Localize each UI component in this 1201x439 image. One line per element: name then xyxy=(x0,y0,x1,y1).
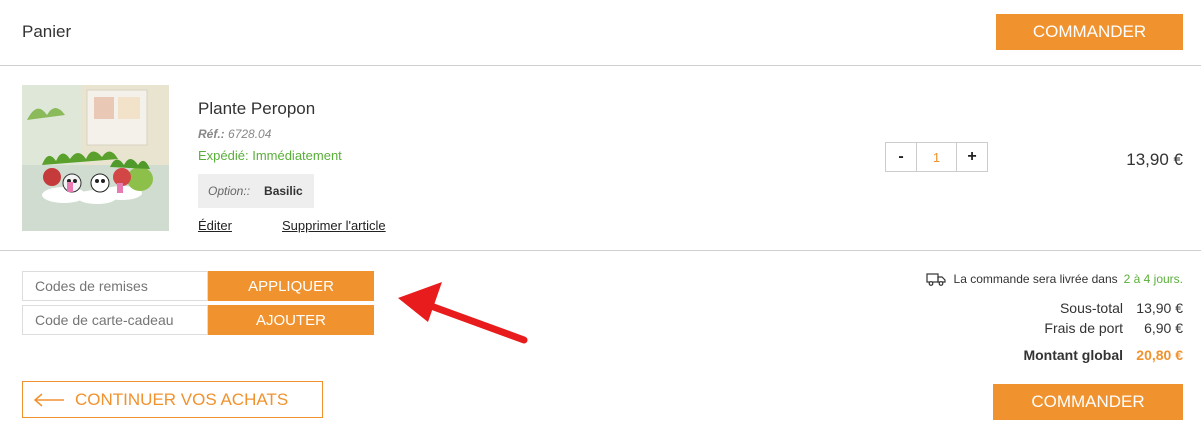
shipping-status: Expédié: Immédiatement xyxy=(198,148,342,163)
subtotal-row: Sous-total 13,90 € xyxy=(1060,300,1183,316)
reference-value: 6728.04 xyxy=(228,127,272,141)
arrow-left-icon xyxy=(33,392,65,407)
cart-header: Panier COMMANDER xyxy=(0,0,1201,66)
option-value: Basilic xyxy=(264,184,303,198)
gift-card-input[interactable] xyxy=(22,305,208,335)
product-reference: Réf.: 6728.04 xyxy=(198,127,271,141)
discount-code-input[interactable] xyxy=(22,271,208,301)
page-title: Panier xyxy=(22,22,72,41)
continue-shopping-label: CONTINUER VOS ACHATS xyxy=(75,389,289,409)
checkout-button-top[interactable]: COMMANDER xyxy=(996,14,1183,50)
shipping-cost-value: 6,90 € xyxy=(1144,320,1183,336)
quantity-input[interactable]: 1 xyxy=(917,143,956,171)
increase-quantity-button[interactable]: + xyxy=(956,143,987,171)
product-name[interactable]: Plante Peropon xyxy=(198,99,315,119)
reference-label: Réf.: xyxy=(198,127,225,141)
remove-item-link[interactable]: Supprimer l'article xyxy=(282,218,386,233)
red-arrow-icon xyxy=(390,278,530,353)
continue-shopping-button[interactable]: CONTINUER VOS ACHATS xyxy=(22,381,323,418)
delivery-days: 2 à 4 jours. xyxy=(1123,272,1183,286)
subtotal-label: Sous-total xyxy=(1059,300,1123,316)
cart-item: Plante Peropon Réf.: 6728.04 Expédié: Im… xyxy=(0,66,1201,251)
checkout-button-bottom[interactable]: COMMANDER xyxy=(993,384,1183,420)
subtotal-value: 13,90 € xyxy=(1136,300,1183,316)
delivery-estimate: La commande sera livrée dans 2 à 4 jours… xyxy=(925,272,1183,286)
truck-icon xyxy=(925,272,946,286)
shipping-cost-label: Frais de port xyxy=(1044,320,1123,336)
total-label: Montant global xyxy=(1023,347,1123,363)
decrease-quantity-button[interactable]: - xyxy=(886,143,917,171)
add-gift-card-button[interactable]: AJOUTER xyxy=(208,305,374,335)
quantity-stepper: - 1 + xyxy=(885,142,988,172)
total-row: Montant global 20,80 € xyxy=(1023,347,1183,363)
apply-discount-button[interactable]: APPLIQUER xyxy=(208,271,374,301)
edit-item-link[interactable]: Éditer xyxy=(198,218,232,233)
option-label: Option:: xyxy=(208,184,251,198)
total-value: 20,80 € xyxy=(1136,347,1183,363)
product-image[interactable] xyxy=(22,85,169,231)
delivery-text: La commande sera livrée dans xyxy=(953,272,1118,286)
product-option: Option:: Basilic xyxy=(198,174,314,208)
item-price: 13,90 € xyxy=(1126,150,1183,169)
shipping-cost-row: Frais de port 6,90 € xyxy=(1044,320,1183,336)
